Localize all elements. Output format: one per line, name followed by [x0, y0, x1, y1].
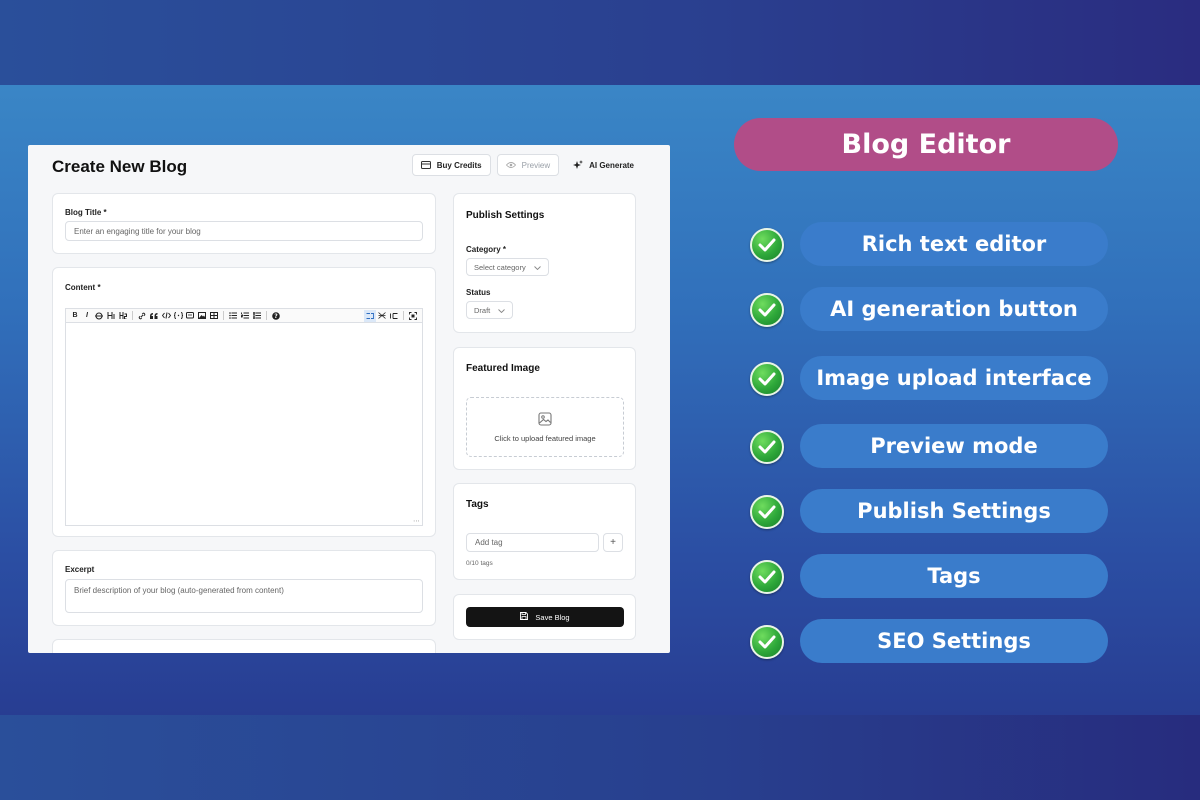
resize-handle-icon[interactable]: ⋯ — [413, 517, 420, 525]
excerpt-textarea[interactable]: Brief description of your blog (auto-gen… — [65, 579, 423, 613]
blog-title-input[interactable]: Enter an engaging title for your blog — [65, 221, 423, 241]
card-icon — [420, 160, 431, 170]
featured-image-card: Featured Image Click to upload featured … — [453, 347, 636, 470]
feature-label: Publish Settings — [800, 489, 1108, 533]
tags-title: Tags — [466, 499, 489, 510]
checklist-icon[interactable] — [251, 310, 263, 322]
ai-generate-label: AI Generate — [589, 160, 634, 170]
category-label: Category * — [466, 245, 507, 254]
checkmark-icon — [750, 362, 784, 396]
add-tag-button[interactable]: + — [603, 533, 623, 552]
preview-label: Preview — [521, 160, 551, 170]
status-value: Draft — [474, 305, 491, 315]
fullscreen-icon[interactable] — [407, 310, 419, 322]
checkmark-icon — [750, 293, 784, 327]
editor-toolbar: B I ? — [65, 308, 423, 322]
checkmark-icon — [750, 430, 784, 464]
feature-item: Preview mode — [750, 424, 1112, 468]
ai-generate-button[interactable]: AI Generate — [565, 154, 642, 176]
excerpt-label: Excerpt — [65, 565, 95, 574]
comment-icon[interactable] — [184, 310, 196, 322]
buy-credits-button[interactable]: Buy Credits — [411, 154, 491, 176]
background-bottom-band — [0, 715, 1200, 800]
top-actions: Buy Credits Preview AI Generate — [411, 154, 642, 176]
category-select[interactable]: Select category — [466, 258, 549, 276]
save-icon — [520, 612, 529, 622]
excerpt-card: Excerpt Brief description of your blog (… — [52, 550, 436, 626]
svg-text:?: ? — [274, 313, 278, 320]
status-select[interactable]: Draft — [466, 301, 514, 319]
link-icon[interactable] — [136, 310, 148, 322]
blog-title-label: Blog Title * — [65, 208, 107, 217]
toolbar-divider — [266, 311, 267, 320]
heading-2-icon[interactable] — [117, 310, 129, 322]
blog-editor-screenshot: Create New Blog Buy Credits Preview AI G… — [28, 145, 670, 653]
page-title: Create New Blog — [52, 157, 188, 176]
feature-label: Rich text editor — [800, 222, 1108, 266]
feature-item: SEO Settings — [750, 619, 1112, 663]
feature-item: Tags — [750, 554, 1112, 598]
heading-icon[interactable] — [105, 310, 117, 322]
featured-image-title: Featured Image — [466, 363, 540, 374]
content-label: Content * — [65, 283, 101, 292]
sparkle-icon — [573, 160, 584, 170]
edit-mode-icon[interactable] — [364, 309, 376, 322]
numbered-list-icon[interactable] — [239, 310, 251, 322]
buy-credits-label: Buy Credits — [436, 160, 482, 170]
image-upload-icon — [538, 411, 552, 428]
feature-label: Tags — [800, 554, 1108, 598]
seo-settings-card — [52, 639, 436, 653]
bold-button[interactable]: B — [69, 310, 81, 322]
feature-label: SEO Settings — [800, 619, 1108, 663]
toolbar-divider — [132, 311, 133, 320]
tag-input[interactable]: Add tag — [466, 533, 599, 552]
chevron-down-icon — [533, 263, 541, 272]
save-blog-button[interactable]: Save Blog — [466, 607, 624, 627]
feature-item: AI generation button — [750, 287, 1112, 331]
checkmark-icon — [750, 625, 784, 659]
blog-editor-heading: Blog Editor — [734, 118, 1118, 171]
checkmark-icon — [750, 560, 784, 594]
feature-label: Image upload interface — [800, 356, 1108, 400]
content-card: Content * B I ? ⋯ — [52, 267, 436, 537]
code-block-icon[interactable] — [172, 310, 184, 322]
toolbar-divider — [223, 311, 224, 320]
feature-item: Rich text editor — [750, 222, 1112, 266]
split-view-icon[interactable] — [376, 310, 388, 322]
publish-settings-card: Publish Settings Category * Select categ… — [453, 193, 636, 333]
publish-settings-title: Publish Settings — [466, 210, 545, 221]
tag-count: 0/10 tags — [466, 560, 493, 567]
category-value: Select category — [474, 262, 526, 272]
status-label: Status — [466, 288, 491, 297]
table-icon[interactable] — [208, 310, 220, 322]
tags-card: Tags Add tag + 0/10 tags — [453, 483, 636, 580]
toolbar-divider — [403, 311, 404, 320]
eye-icon — [505, 160, 516, 170]
upload-text: Click to upload featured image — [494, 433, 596, 443]
feature-label: Preview mode — [800, 424, 1108, 468]
feature-label: AI generation button — [800, 287, 1108, 331]
background-top-band — [0, 0, 1200, 85]
feature-item: Image upload interface — [750, 356, 1112, 400]
preview-mode-icon[interactable] — [388, 310, 400, 322]
save-card: Save Blog — [453, 594, 636, 640]
code-icon[interactable] — [160, 310, 172, 322]
italic-button[interactable]: I — [81, 310, 93, 322]
chevron-down-icon — [498, 306, 506, 315]
feature-item: Publish Settings — [750, 489, 1112, 533]
featured-image-upload[interactable]: Click to upload featured image — [466, 397, 624, 457]
image-icon[interactable] — [196, 310, 208, 322]
quote-icon[interactable] — [148, 310, 160, 322]
content-editor[interactable]: ⋯ — [65, 322, 423, 526]
checkmark-icon — [750, 228, 784, 262]
help-icon[interactable]: ? — [270, 310, 282, 322]
bullet-list-icon[interactable] — [227, 310, 239, 322]
strikethrough-icon[interactable] — [93, 310, 105, 322]
save-blog-label: Save Blog — [535, 612, 570, 622]
checkmark-icon — [750, 495, 784, 529]
blog-title-card: Blog Title * Enter an engaging title for… — [52, 193, 436, 254]
preview-button[interactable]: Preview — [496, 154, 560, 176]
